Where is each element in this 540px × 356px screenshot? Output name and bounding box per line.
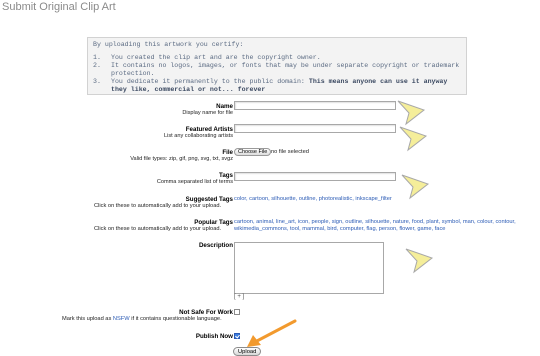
- suggested-tags-list[interactable]: color, cartoon, silhouette, outline, pho…: [234, 196, 392, 202]
- popular-tags-label: Popular Tags: [194, 219, 233, 226]
- yellow-arrow-annotation: [405, 248, 434, 274]
- certification-item-number: 2.: [93, 62, 101, 70]
- certification-list: 1. You created the clip art and are the …: [93, 54, 461, 94]
- certification-item-text: It contains no logos, images, or fonts t…: [111, 62, 460, 78]
- publish-now-checkbox[interactable]: [234, 333, 240, 339]
- featured-artists-hint: List any collaborating artists: [163, 133, 233, 139]
- file-status: no file selected: [271, 149, 309, 155]
- yellow-arrow-annotation: [399, 126, 428, 152]
- certification-box: By uploading this artwork you certify: 1…: [87, 37, 467, 95]
- nsfw-note-after: if it contains questionable language.: [129, 316, 222, 322]
- suggested-tags-label: Suggested Tags: [185, 196, 233, 203]
- name-hint: Display name for file: [182, 110, 233, 116]
- suggested-tags-note: Click on these to automatically add to y…: [94, 203, 222, 209]
- name-label: Name: [216, 103, 233, 110]
- publish-now-label: Publish Now: [195, 333, 233, 340]
- popular-tags-list[interactable]: cartoon, animal, line_art, icon, people,…: [234, 219, 516, 225]
- description-label: Description: [198, 242, 233, 249]
- yellow-arrow-annotation: [397, 100, 426, 126]
- certification-item: 1. You created the clip art and are the …: [93, 54, 461, 62]
- certification-item-number: 1.: [93, 54, 101, 62]
- nsfw-note-before: Mark this upload as: [62, 316, 113, 322]
- tags-input[interactable]: [234, 172, 396, 181]
- file-label: File: [222, 149, 233, 156]
- orange-arrow-annotation: [247, 319, 297, 347]
- nsfw-checkbox[interactable]: [234, 309, 240, 315]
- certification-item-text: You created the clip art and are the cop…: [111, 54, 321, 62]
- yellow-arrow-annotation: [401, 174, 430, 200]
- description-textarea[interactable]: [234, 242, 384, 294]
- certification-item-text: You dedicate it permanently to the publi…: [111, 78, 461, 94]
- tags-label: Tags: [219, 172, 233, 179]
- name-input[interactable]: [234, 101, 396, 110]
- certification-item: 3. You dedicate it permanently to the pu…: [93, 78, 461, 94]
- popular-tags-list-continued[interactable]: wikimedia_commons, tool, mammal, bird, c…: [234, 226, 445, 232]
- certification-item-number: 3.: [93, 78, 101, 86]
- popular-tags-note: Click on these to automatically add to y…: [94, 226, 222, 232]
- choose-file-button[interactable]: Choose File: [234, 148, 272, 156]
- featured-artists-label: Featured Artists: [185, 126, 233, 133]
- featured-artists-input[interactable]: [234, 124, 396, 133]
- nsfw-link[interactable]: NSFW: [113, 316, 130, 322]
- certification-item-plain: You dedicate it permanently to the publi…: [111, 78, 309, 86]
- nsfw-note: Mark this upload as NSFW if it contains …: [62, 316, 222, 322]
- page-title: Submit Original Clip Art: [2, 1, 116, 13]
- nsfw-label: Not Safe For Work: [179, 309, 233, 316]
- description-expand-link[interactable]: [ + ]: [234, 294, 244, 300]
- certification-intro: By uploading this artwork you certify:: [93, 41, 244, 48]
- file-types-hint: Valid file types: zip, gif, png, svg, tx…: [130, 156, 233, 162]
- certification-item: 2. It contains no logos, images, or font…: [93, 62, 461, 78]
- tags-hint: Comma separated list of terms: [156, 179, 233, 185]
